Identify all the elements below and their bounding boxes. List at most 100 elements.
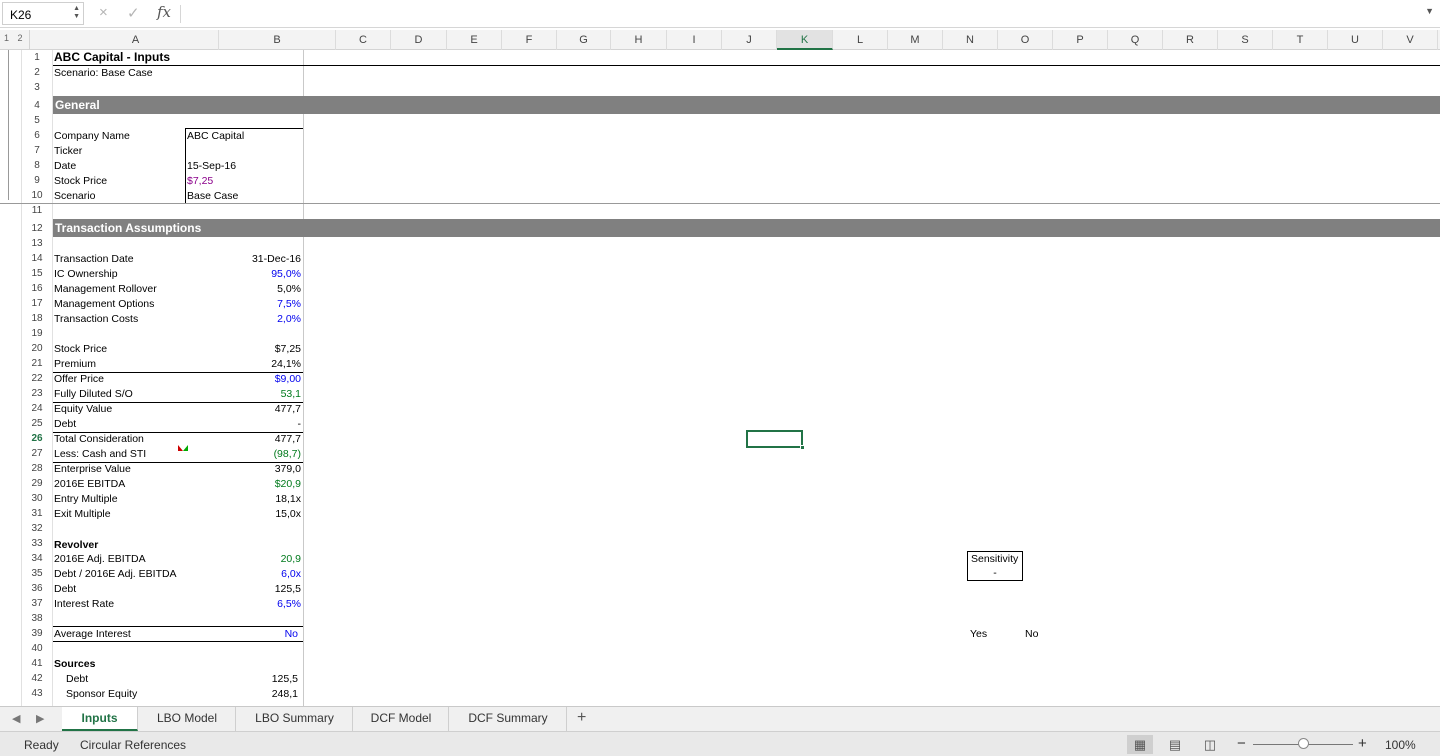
valuation-item-value[interactable]: $9,00 xyxy=(185,372,301,387)
insert-function-button[interactable]: fx xyxy=(157,3,171,21)
sensitivity-yes[interactable]: Yes xyxy=(970,627,987,642)
row-header-16[interactable]: 16 xyxy=(22,281,52,296)
cancel-icon[interactable]: × xyxy=(99,4,108,21)
row-header-5[interactable]: 5 xyxy=(22,113,52,128)
row-header-18[interactable]: 18 xyxy=(22,311,52,326)
column-header-p[interactable]: P xyxy=(1053,30,1108,50)
valuation-item-value[interactable]: $7,25 xyxy=(185,342,301,357)
company-name-value[interactable]: ABC Capital xyxy=(187,129,244,144)
row-header-30[interactable]: 30 xyxy=(22,491,52,506)
column-header-r[interactable]: R xyxy=(1163,30,1218,50)
column-header-j[interactable]: J xyxy=(722,30,777,50)
column-header-m[interactable]: M xyxy=(888,30,943,50)
row-header-10[interactable]: 10 xyxy=(22,188,52,203)
sheet-tab-dcf-model[interactable]: DCF Model xyxy=(354,707,449,731)
valuation-item-value[interactable]: 18,1x xyxy=(185,492,301,507)
zoom-level[interactable]: 100% xyxy=(1385,738,1416,752)
valuation-item-value[interactable]: $20,9 xyxy=(185,477,301,492)
row-header-24[interactable]: 24 xyxy=(22,401,52,416)
transaction-item-value[interactable]: 95,0% xyxy=(185,267,301,282)
row-header-29[interactable]: 29 xyxy=(22,476,52,491)
row-header-13[interactable]: 13 xyxy=(22,236,52,251)
transaction-item-value[interactable]: 7,5% xyxy=(185,297,301,312)
row-header-12[interactable]: 12 xyxy=(22,221,52,236)
formula-input[interactable] xyxy=(190,6,1410,22)
column-header-i[interactable]: I xyxy=(667,30,722,50)
scroll-tabs-right-icon[interactable]: ▶ xyxy=(36,712,44,725)
row-header-33[interactable]: 33 xyxy=(22,536,52,551)
add-sheet-button[interactable]: + xyxy=(577,709,586,727)
revolver-item-value[interactable]: 6,5% xyxy=(185,597,301,612)
revolver-item-value[interactable]: 6,0x xyxy=(185,567,301,582)
column-header-d[interactable]: D xyxy=(391,30,447,50)
worksheet-grid[interactable]: ABC Capital - Inputs Scenario: Base Case… xyxy=(0,50,1440,706)
column-header-u[interactable]: U xyxy=(1328,30,1383,50)
zoom-in-icon[interactable]: + xyxy=(1358,735,1367,752)
row-header-27[interactable]: 27 xyxy=(22,446,52,461)
scenario-value[interactable]: Base Case xyxy=(187,189,238,204)
row-header-34[interactable]: 34 xyxy=(22,551,52,566)
page-break-view-icon[interactable]: ◫ xyxy=(1197,735,1223,754)
page-layout-view-icon[interactable]: ▤ xyxy=(1162,735,1188,754)
stock-price-value[interactable]: $7,25 xyxy=(187,174,213,189)
transaction-item-value[interactable]: 2,0% xyxy=(185,312,301,327)
row-header-2[interactable]: 2 xyxy=(22,65,52,80)
column-header-q[interactable]: Q xyxy=(1108,30,1163,50)
column-header-h[interactable]: H xyxy=(611,30,667,50)
column-header-n[interactable]: N xyxy=(943,30,998,50)
row-header-3[interactable]: 3 xyxy=(22,80,52,95)
row-header-17[interactable]: 17 xyxy=(22,296,52,311)
row-header-39[interactable]: 39 xyxy=(22,626,52,641)
column-header-t[interactable]: T xyxy=(1273,30,1328,50)
scroll-tabs-left-icon[interactable]: ◀ xyxy=(12,712,20,725)
sheet-tab-dcf-summary[interactable]: DCF Summary xyxy=(450,707,567,731)
zoom-slider-knob[interactable] xyxy=(1298,738,1309,749)
row-header-43[interactable]: 43 xyxy=(22,686,52,701)
normal-view-icon[interactable]: ▦ xyxy=(1127,735,1153,754)
row-header-32[interactable]: 32 xyxy=(22,521,52,536)
column-header-k[interactable]: K xyxy=(777,30,833,50)
date-value[interactable]: 15-Sep-16 xyxy=(187,159,236,174)
row-header-42[interactable]: 42 xyxy=(22,671,52,686)
enter-icon[interactable]: ✓ xyxy=(127,4,140,22)
row-header-1[interactable]: 1 xyxy=(22,50,52,65)
row-header-40[interactable]: 40 xyxy=(22,641,52,656)
valuation-item-value[interactable]: 15,0x xyxy=(185,507,301,522)
column-header-v[interactable]: V xyxy=(1383,30,1438,50)
row-header-31[interactable]: 31 xyxy=(22,506,52,521)
sources-debt-value[interactable]: 125,5 xyxy=(185,672,298,687)
transaction-item-value[interactable]: 5,0% xyxy=(185,282,301,297)
outline-level-buttons[interactable]: 1 2 xyxy=(0,30,30,50)
sources-equity-value[interactable]: 248,1 xyxy=(185,687,298,702)
column-header-a[interactable]: A xyxy=(53,30,219,50)
column-header-g[interactable]: G xyxy=(557,30,611,50)
valuation-item-value[interactable]: 53,1 xyxy=(185,387,301,402)
sensitivity-no[interactable]: No xyxy=(1025,627,1038,642)
column-header-b[interactable]: B xyxy=(219,30,336,50)
row-header-37[interactable]: 37 xyxy=(22,596,52,611)
revolver-item-value[interactable]: 125,5 xyxy=(185,582,301,597)
row-header-21[interactable]: 21 xyxy=(22,356,52,371)
column-header-o[interactable]: O xyxy=(998,30,1053,50)
row-header-26[interactable]: 26 xyxy=(22,431,52,446)
row-header-28[interactable]: 28 xyxy=(22,461,52,476)
average-interest-value[interactable]: No xyxy=(185,627,298,642)
valuation-item-value[interactable]: 24,1% xyxy=(185,357,301,372)
row-header-41[interactable]: 41 xyxy=(22,656,52,671)
row-header-20[interactable]: 20 xyxy=(22,341,52,356)
valuation-item-value[interactable]: 477,7 xyxy=(185,402,301,417)
column-header-l[interactable]: L xyxy=(833,30,888,50)
valuation-item-value[interactable]: 379,0 xyxy=(185,462,301,477)
valuation-item-value[interactable]: 477,7 xyxy=(185,432,301,447)
row-header-35[interactable]: 35 xyxy=(22,566,52,581)
column-header-e[interactable]: E xyxy=(447,30,502,50)
revolver-item-value[interactable]: 20,9 xyxy=(185,552,301,567)
row-header-38[interactable]: 38 xyxy=(22,611,52,626)
row-header-22[interactable]: 22 xyxy=(22,371,52,386)
row-header-8[interactable]: 8 xyxy=(22,158,52,173)
valuation-item-value[interactable]: (98,7) xyxy=(185,447,301,462)
expand-formula-bar-icon[interactable]: ▼ xyxy=(1425,6,1434,16)
column-header-c[interactable]: C xyxy=(336,30,391,50)
sheet-tab-inputs[interactable]: Inputs xyxy=(62,707,138,731)
sensitivity-control[interactable]: Sensitivity - xyxy=(967,551,1023,581)
